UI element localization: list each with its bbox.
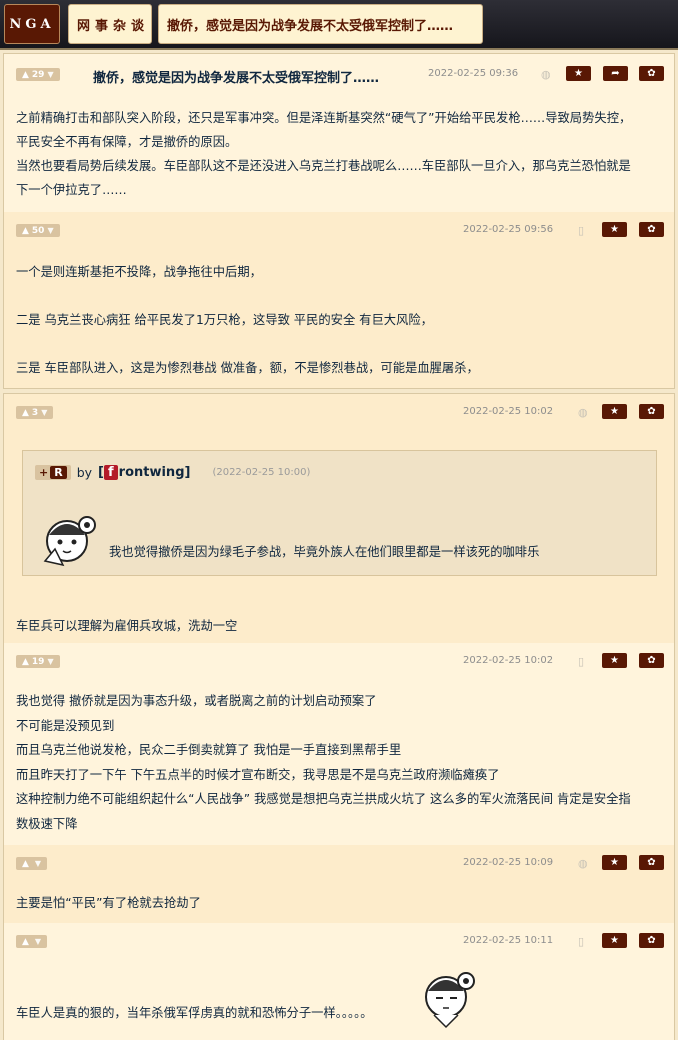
post-date: 2022-02-25 10:11: [463, 935, 554, 946]
nga-logo[interactable]: NGA: [4, 4, 60, 44]
gear-icon: ✿: [647, 655, 656, 666]
gear-icon: ✿: [647, 935, 656, 946]
phone-icon: ▯: [578, 655, 585, 668]
star-icon: ★: [610, 406, 619, 417]
post-body: 车臣兵可以理解为雇佣兵攻城，洗劫一空: [16, 619, 238, 633]
post-reply: ▲ ▼ 2022-02-25 10:11 ▯ ★ ✿ 车臣人是真的狠的，当年杀俄…: [4, 923, 674, 1040]
gear-icon: ✿: [647, 224, 656, 235]
android-icon: ◍: [578, 857, 588, 870]
thumb-down-icon: ▼: [47, 70, 54, 79]
thumb-up-icon: ▲: [22, 407, 29, 418]
phone-icon: ▯: [578, 935, 585, 948]
top-bar: NGA 网事杂谈 撤侨，感觉是因为战争发展不太受俄军控制了……: [0, 0, 678, 50]
post-body: 我也觉得 撤侨就是因为事态升级，或者脱离之前的计划启动预案了 不可能是没预见到 …: [16, 694, 631, 831]
post-meta: ▲ 29 ▼ 撤侨，感觉是因为战争发展不太受俄军控制了…… 2022-02-25…: [16, 66, 664, 86]
android-icon: ◍: [578, 406, 588, 419]
settings-button[interactable]: ✿: [639, 404, 664, 419]
post-meta: ▲ 19 ▼ 2022-02-25 10:02 ▯ ★ ✿: [16, 653, 664, 671]
star-button[interactable]: ★: [566, 66, 591, 81]
post-body: 一个是则连斯基拒不投降，战争拖往中后期， 二是 乌克兰丧心病狂 给平民发了1万只…: [16, 265, 479, 375]
thumb-down-icon: ▼: [47, 657, 54, 666]
gear-icon: ✿: [647, 406, 656, 417]
star-button[interactable]: ★: [602, 933, 627, 948]
star-icon: ★: [610, 857, 619, 868]
vote-button[interactable]: ▲ 29 ▼: [16, 68, 60, 81]
star-icon: ★: [610, 224, 619, 235]
post-reply: ▲ 50 ▼ 2022-02-25 09:56 ▯ ★ ✿ 一个是则连斯基拒不投…: [4, 212, 674, 388]
android-icon: ◍: [541, 68, 551, 81]
star-icon: ★: [610, 655, 619, 666]
settings-button[interactable]: ✿: [639, 66, 664, 81]
star-button[interactable]: ★: [602, 855, 627, 870]
thumb-up-icon: ▲: [22, 656, 29, 667]
post-meta: ▲ 3 ▼ 2022-02-25 10:02 ◍ ★ ✿: [16, 404, 664, 422]
avatar-sticker: [43, 516, 96, 567]
quote-expand-button[interactable]: + R: [35, 465, 71, 480]
quote-text: 我也觉得撤侨是因为绿毛子参战，毕竟外族人在他们眼里都是一样该死的咖啡乐: [109, 545, 540, 559]
quote-block: + R by [f rontwing] (2022-02-25 10:00) 我也…: [22, 450, 657, 576]
breadcrumb-forum[interactable]: 网事杂谈: [68, 4, 152, 44]
post-group-1: ▲ 29 ▼ 撤侨，感觉是因为战争发展不太受俄军控制了…… 2022-02-25…: [3, 53, 675, 389]
post-date: 2022-02-25 09:36: [428, 68, 519, 79]
star-button[interactable]: ★: [602, 222, 627, 237]
vote-button[interactable]: ▲ ▼: [16, 857, 48, 870]
thumb-down-icon: ▼: [34, 859, 42, 868]
quote-header: + R by [f rontwing] (2022-02-25 10:00): [35, 465, 310, 480]
post-reply: ▲ 19 ▼ 2022-02-25 10:02 ▯ ★ ✿ 我也觉得 撤侨就是因…: [4, 643, 674, 845]
thumb-down-icon: ▼: [47, 226, 54, 235]
post-date: 2022-02-25 09:56: [463, 224, 554, 235]
settings-button[interactable]: ✿: [639, 933, 664, 948]
phone-icon: ▯: [578, 224, 585, 237]
post-main: ▲ 29 ▼ 撤侨，感觉是因为战争发展不太受俄军控制了…… 2022-02-25…: [4, 54, 674, 212]
post-date: 2022-02-25 10:02: [463, 406, 554, 417]
settings-button[interactable]: ✿: [639, 222, 664, 237]
post-title: 撤侨，感觉是因为战争发展不太受俄军控制了……: [93, 71, 380, 86]
vote-button[interactable]: ▲ 50 ▼: [16, 224, 60, 237]
post-meta: ▲ ▼ 2022-02-25 10:11 ▯ ★ ✿: [16, 933, 664, 951]
vote-button[interactable]: ▲ 3 ▼: [16, 406, 54, 419]
settings-button[interactable]: ✿: [639, 653, 664, 668]
post-meta: ▲ ▼ 2022-02-25 10:09 ◍ ★ ✿: [16, 855, 664, 873]
thumb-up-icon: ▲: [22, 858, 29, 869]
thumb-down-icon: ▼: [34, 937, 42, 946]
star-button[interactable]: ★: [602, 653, 627, 668]
quote-date: (2022-02-25 10:00): [212, 467, 311, 478]
star-button[interactable]: ★: [602, 404, 627, 419]
vote-button[interactable]: ▲ ▼: [16, 935, 48, 948]
post-reply: ▲ ▼ 2022-02-25 10:09 ◍ ★ ✿ 主要是怕“平民”有了枪就去…: [4, 845, 674, 923]
thumb-down-icon: ▼: [41, 408, 48, 417]
post-date: 2022-02-25 10:09: [463, 857, 554, 868]
thumb-up-icon: ▲: [22, 69, 29, 80]
share-button[interactable]: ➦: [603, 66, 628, 81]
post-body: 之前精确打击和部队突入阶段，还只是军事冲突。但是泽连斯基突然“硬气了”开始给平民…: [16, 111, 632, 197]
share-icon: ➦: [611, 68, 620, 79]
breadcrumb-thread[interactable]: 撤侨，感觉是因为战争发展不太受俄军控制了……: [158, 4, 483, 44]
quote-username[interactable]: [f rontwing]: [98, 465, 190, 480]
gear-icon: ✿: [647, 68, 656, 79]
post-body: 主要是怕“平民”有了枪就去抢劫了: [16, 896, 201, 910]
avatar-sticker: [425, 972, 475, 1029]
settings-button[interactable]: ✿: [639, 855, 664, 870]
post-body: 车臣人是真的狠的，当年杀俄军俘虏真的就和恐怖分子一样。。。。。: [16, 1006, 373, 1020]
star-icon: ★: [574, 68, 583, 79]
star-icon: ★: [610, 935, 619, 946]
post-meta: ▲ 50 ▼ 2022-02-25 09:56 ▯ ★ ✿: [16, 222, 664, 240]
post-date: 2022-02-25 10:02: [463, 655, 554, 666]
thumb-up-icon: ▲: [22, 936, 29, 947]
gear-icon: ✿: [647, 857, 656, 868]
vote-button[interactable]: ▲ 19 ▼: [16, 655, 60, 668]
thumb-up-icon: ▲: [22, 225, 29, 236]
